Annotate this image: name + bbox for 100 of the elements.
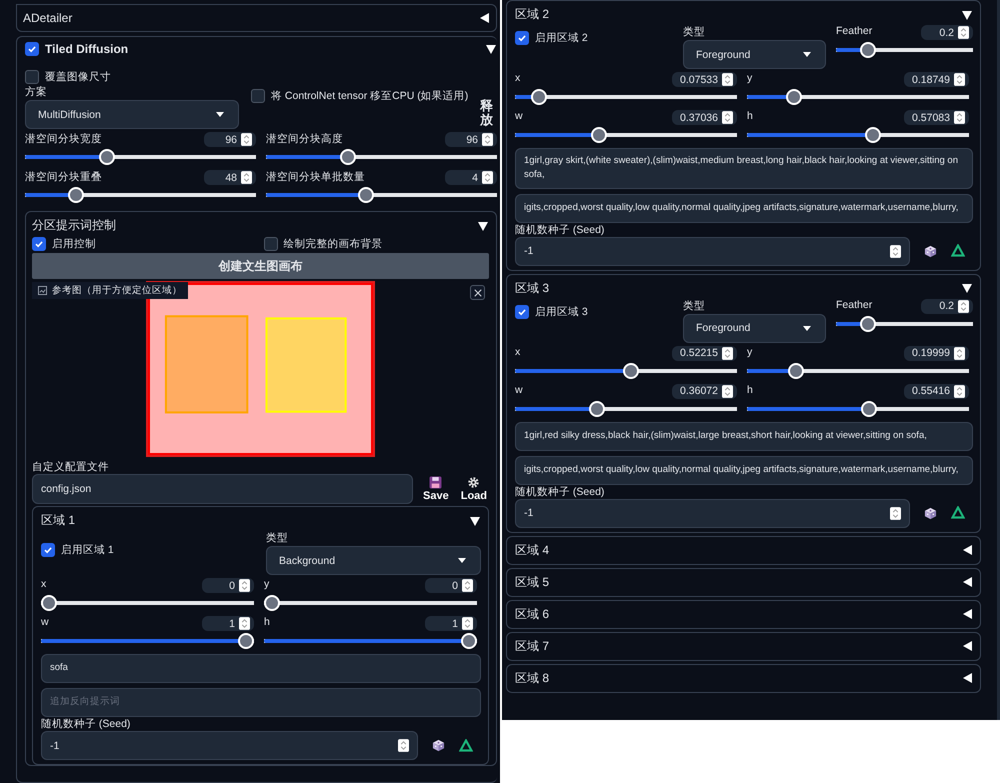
- caret-icon[interactable]: [961, 8, 973, 20]
- caret-icon[interactable]: [961, 282, 973, 294]
- slider-thumb[interactable]: [864, 127, 881, 143]
- spinner-icon[interactable]: [954, 384, 965, 398]
- dice-icon[interactable]: [432, 739, 445, 752]
- slider-thumb[interactable]: [530, 89, 546, 105]
- prompt-field[interactable]: 1girl,gray skirt,(white sweater),(slim)waist,medium breast,long hair,black hair,looking at viewer,sitting on sofa,: [515, 148, 973, 188]
- negative-prompt-field[interactable]: igits,cropped,worst quality,low quality,normal quality,jpeg artifacts,signature,watermark,username,blurry,: [515, 456, 973, 484]
- reference-image-bar[interactable]: 参考图（用于方便定位区域）: [32, 282, 188, 299]
- checkbox[interactable]: [41, 543, 55, 557]
- region-title[interactable]: 区域 6: [515, 606, 550, 622]
- number-field[interactable]: 48: [204, 170, 256, 185]
- number-field[interactable]: 0.18749: [904, 72, 969, 87]
- slider-thumb[interactable]: [860, 42, 876, 58]
- seed-field[interactable]: -1: [515, 236, 910, 266]
- section-title[interactable]: ADetailer: [23, 11, 72, 25]
- checkbox[interactable]: [264, 237, 278, 251]
- dice-icon[interactable]: [924, 506, 937, 520]
- slider-thumb[interactable]: [786, 89, 802, 105]
- negative-prompt-field[interactable]: 追加反向提示词: [41, 688, 481, 717]
- number-field[interactable]: 0.19999: [904, 346, 969, 360]
- caret-icon[interactable]: [961, 640, 973, 652]
- checkbox[interactable]: [32, 237, 46, 251]
- spinner-icon[interactable]: [954, 346, 965, 360]
- number-field[interactable]: 0.2: [921, 298, 973, 314]
- number-field[interactable]: 96: [445, 132, 497, 147]
- caret-icon[interactable]: [485, 43, 497, 55]
- slider-thumb[interactable]: [622, 362, 639, 378]
- region-title[interactable]: 区域 2: [515, 6, 550, 23]
- method-dropdown[interactable]: MultiDiffusion: [25, 100, 239, 129]
- number-field[interactable]: 0.36072: [672, 384, 737, 398]
- region-title[interactable]: 区域 5: [515, 574, 550, 590]
- slider-thumb[interactable]: [861, 400, 878, 416]
- caret-icon[interactable]: [961, 672, 973, 684]
- slider-thumb[interactable]: [340, 149, 356, 165]
- field-label: 随机数种子 (Seed): [515, 486, 604, 498]
- checkbox[interactable]: [251, 89, 265, 103]
- slider-thumb[interactable]: [461, 633, 477, 649]
- number-field[interactable]: 96: [204, 132, 256, 147]
- create-canvas-button[interactable]: 创建文生图画布: [32, 253, 489, 279]
- checkbox-label: 启用区域 1: [61, 543, 114, 557]
- type-dropdown[interactable]: Foreground: [683, 40, 826, 69]
- number-field[interactable]: 4: [445, 170, 497, 185]
- close-button[interactable]: [470, 285, 485, 300]
- slider-thumb[interactable]: [358, 187, 374, 203]
- region-title[interactable]: 区域 1: [41, 512, 76, 529]
- spinner-icon[interactable]: [722, 346, 733, 360]
- number-field[interactable]: 0: [425, 578, 477, 593]
- slider-thumb[interactable]: [99, 149, 116, 165]
- spinner-icon[interactable]: [890, 506, 901, 520]
- slider-thumb[interactable]: [591, 127, 608, 143]
- number-field[interactable]: 0.52215: [672, 346, 737, 360]
- number-field[interactable]: 1: [425, 616, 477, 631]
- caret-icon[interactable]: [478, 12, 490, 24]
- number-field[interactable]: 0.07533: [672, 72, 737, 87]
- type-dropdown[interactable]: Foreground: [683, 314, 826, 342]
- section-title: Tiled Diffusion: [45, 42, 128, 56]
- checkbox[interactable]: [515, 304, 529, 318]
- number-field[interactable]: 0.2: [921, 25, 973, 40]
- slider-thumb[interactable]: [589, 400, 606, 416]
- slider-thumb[interactable]: [264, 595, 280, 611]
- release-button[interactable]: 释放: [480, 99, 493, 128]
- number-field[interactable]: 0.55416: [904, 384, 969, 398]
- caret-icon[interactable]: [961, 608, 973, 620]
- caret-icon[interactable]: [477, 220, 489, 232]
- number-field[interactable]: 0: [202, 578, 254, 593]
- prompt-field[interactable]: 1girl,red silky dress,black hair,(slim)waist,large breast,short hair,looking at viewer,sitting on sofa,: [515, 422, 973, 450]
- seed-field[interactable]: -1: [41, 731, 418, 760]
- dice-icon[interactable]: [924, 244, 937, 258]
- slider-thumb[interactable]: [68, 187, 84, 203]
- caret-icon[interactable]: [961, 576, 973, 588]
- slider-thumb[interactable]: [41, 595, 57, 611]
- region-title[interactable]: 区域 3: [515, 280, 550, 296]
- number-field[interactable]: 1: [202, 616, 254, 631]
- spinner-icon[interactable]: [722, 384, 733, 398]
- checkbox[interactable]: [515, 31, 529, 45]
- slider-label: 潜空间分块宽度: [25, 132, 102, 146]
- type-dropdown[interactable]: Background: [266, 546, 481, 575]
- seed-field[interactable]: -1: [515, 498, 910, 528]
- caret-icon[interactable]: [469, 514, 481, 526]
- config-file-field[interactable]: config.json: [32, 474, 414, 504]
- prompt-field[interactable]: sofa: [41, 654, 481, 683]
- slider-thumb[interactable]: [238, 633, 254, 649]
- negative-prompt-field[interactable]: igits,cropped,worst quality,low quality,normal quality,jpeg artifacts,signature,watermark,username,blurry,: [515, 194, 973, 222]
- checkbox[interactable]: [25, 70, 39, 84]
- number-field[interactable]: 0.37036: [672, 110, 737, 125]
- section-title[interactable]: 分区提示词控制: [32, 217, 116, 234]
- region-title[interactable]: 区域 7: [515, 638, 550, 654]
- load-button[interactable]: Load: [458, 476, 489, 502]
- dropdown-caret-icon: [458, 558, 466, 563]
- region-title[interactable]: 区域 4: [515, 542, 550, 558]
- spinner-icon[interactable]: [890, 244, 901, 258]
- region-title[interactable]: 区域 8: [515, 670, 550, 686]
- save-button[interactable]: Save: [421, 476, 451, 502]
- caret-icon[interactable]: [961, 544, 973, 556]
- checkbox[interactable]: [25, 42, 39, 56]
- slider-thumb[interactable]: [860, 316, 876, 332]
- number-field[interactable]: 0.57083: [904, 110, 969, 125]
- spinner-icon[interactable]: [958, 300, 969, 312]
- slider-thumb[interactable]: [788, 362, 804, 378]
